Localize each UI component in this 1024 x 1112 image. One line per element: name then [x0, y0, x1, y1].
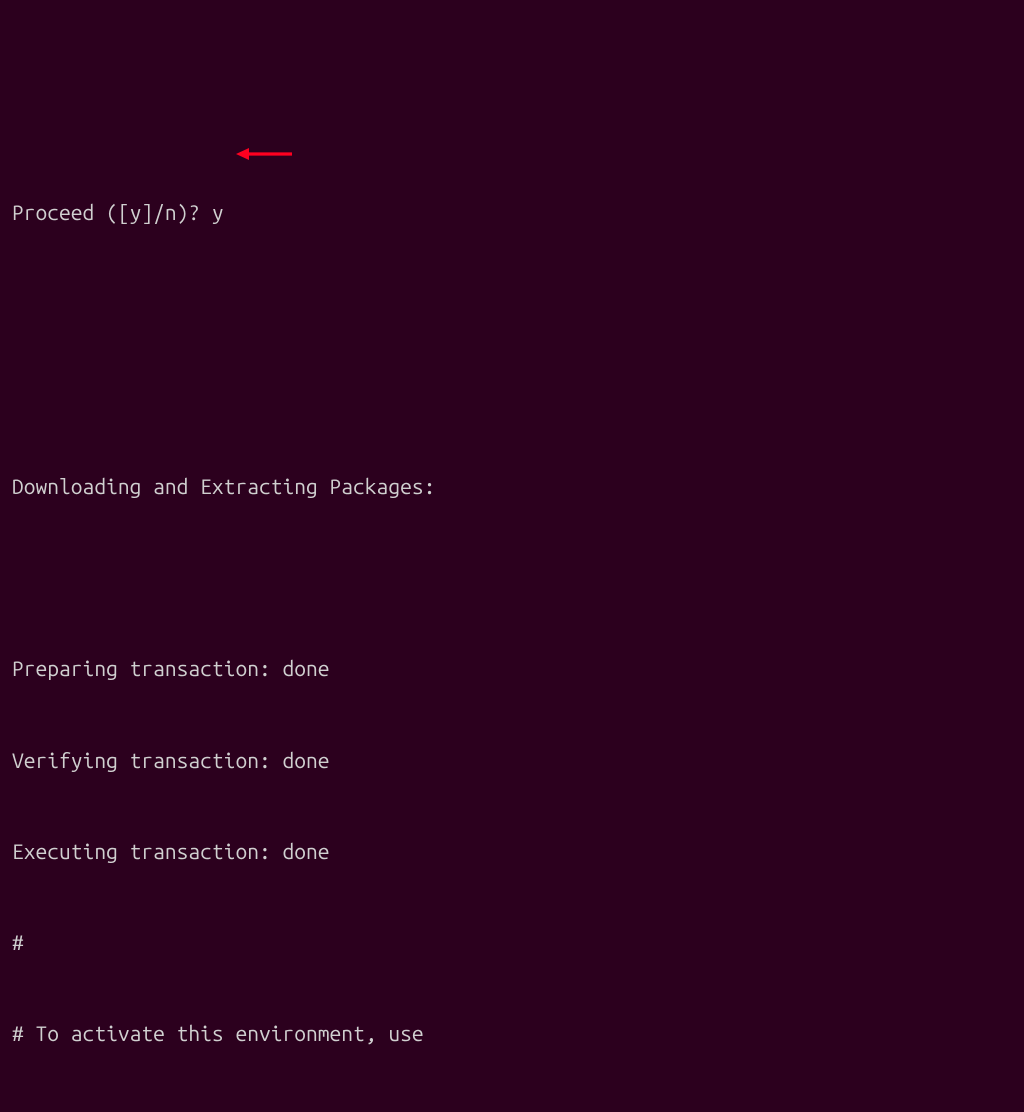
output-line	[12, 288, 1012, 318]
output-line: Preparing transaction: done	[12, 653, 1012, 683]
output-line: # To activate this environment, use	[12, 1018, 1012, 1048]
output-line: #	[12, 1110, 1012, 1112]
output-line: Downloading and Extracting Packages:	[12, 471, 1012, 501]
output-line: #	[12, 927, 1012, 957]
terminal-output[interactable]: Proceed ([y]/n)? y Downloading and Extra…	[12, 136, 1012, 1112]
output-line: Proceed ([y]/n)? y	[12, 197, 1012, 227]
arrow-icon	[234, 144, 294, 164]
output-line: Executing transaction: done	[12, 836, 1012, 866]
output-line	[12, 562, 1012, 592]
output-line	[12, 379, 1012, 409]
output-line: Verifying transaction: done	[12, 745, 1012, 775]
